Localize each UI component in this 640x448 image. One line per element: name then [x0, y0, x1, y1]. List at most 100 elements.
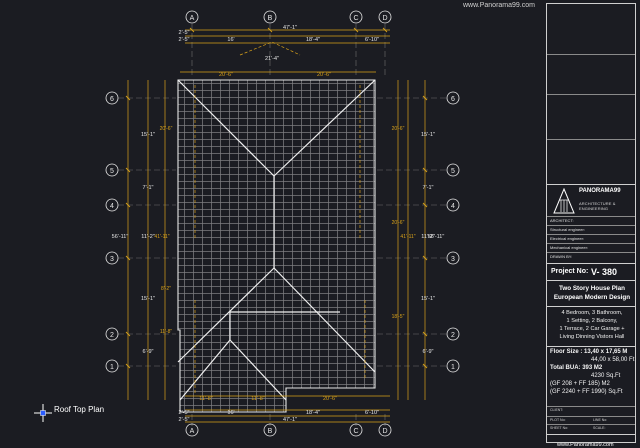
dim-bot-roof-0: 11'-8" [199, 396, 213, 402]
tb-divider [547, 54, 635, 55]
dim-top-r1-2: 18'-4" [306, 37, 320, 43]
grid-row-4-left: 4 [110, 203, 114, 210]
dim-top-r2-0: 2'-5" [179, 30, 190, 36]
field-mechanical: Mechanical engineer: [550, 245, 589, 250]
project-no-value: V- 380 [591, 267, 618, 277]
total-bua-sqft: 4230 Sq.Ft [591, 373, 621, 379]
tb-divider [547, 346, 635, 347]
grid-row-6-left: 6 [110, 96, 114, 103]
tb-divider [547, 424, 635, 425]
field-structural: Structural engineer: [550, 227, 585, 232]
tb-divider [547, 234, 635, 235]
tb-divider [547, 263, 635, 264]
dim-bot-r1-0: 2'-5" [179, 410, 190, 416]
dim-right-seg-2: 11'-2" [421, 234, 435, 240]
grid-col-a-top: A [190, 15, 195, 22]
field-electrical: Electrical engineer: [550, 236, 585, 241]
area-split-sqft: (GF 2240 + FF 1990) Sq.Ft [550, 389, 623, 395]
spec-line-1: 4 Bedroom, 3 Bathroom, [561, 310, 623, 316]
tb-divider [547, 225, 635, 226]
dim-left-inner-2: 8'-2" [161, 286, 171, 292]
dim-bot-roof-2: 20'-6" [323, 396, 337, 402]
dim-bot-overall: 47'-1" [283, 417, 297, 423]
tb-divider [547, 216, 635, 217]
tb-divider [547, 416, 635, 417]
grid-row-4-right: 4 [451, 203, 455, 210]
footer-plot: PLOT No: [550, 418, 566, 422]
tb-divider [547, 94, 635, 95]
grid-row-6-right: 6 [451, 96, 455, 103]
grid-col-b-bottom: B [268, 428, 273, 435]
tb-divider [547, 280, 635, 281]
footer-sheet: SHEET No: [550, 426, 569, 430]
grid-col-c-top: C [353, 15, 358, 22]
grid-bubbles-columns-top [185, 10, 392, 24]
grid-row-2-right: 2 [451, 332, 455, 339]
footer-client: CLIENT: [550, 408, 564, 412]
dim-left-seg-3: 15'-1" [141, 296, 155, 302]
dim-top-r1-3: 6'-10" [365, 37, 379, 43]
grid-col-d-bottom: D [382, 428, 387, 435]
grid-bubbles-columns-bottom [185, 423, 392, 437]
dim-left-seg-2: 11'-2" [141, 234, 155, 240]
dim-right-inner-1: 41'-11" [400, 234, 415, 240]
dim-left-seg-4: 6'-9" [143, 349, 154, 355]
footer-line: LINE No: [593, 418, 608, 422]
dim-right-seg-3: 15'-1" [421, 296, 435, 302]
grid-bubbles-rows-left [105, 91, 119, 373]
field-architect: ARCHITECT: [550, 218, 574, 223]
dim-left-seg-0: 15'-1" [141, 132, 155, 138]
dim-bot-roof-1: 11'-8" [251, 396, 265, 402]
floor-size-ft: 44,00 x 58,00 Ft [591, 357, 635, 363]
dim-left-inner-1: 41'-11" [154, 234, 169, 240]
grid-col-b-top: B [268, 15, 273, 22]
logo-subtitle: ARCHITECTURE & ENGINEERING [579, 201, 616, 211]
dim-top-roof-1: 20'-6" [317, 72, 331, 78]
spec-line-4: Living Dinning Vistors Hall [559, 334, 625, 340]
dim-right-seg-4: 6'-9" [423, 349, 434, 355]
project-no-label: Project No: [551, 268, 589, 275]
grid-row-5-right: 5 [451, 168, 455, 175]
grid-col-c-bottom: C [353, 428, 358, 435]
dim-right-seg-1: 7'-1" [423, 185, 434, 191]
floor-size: Floor Size : 13,40 x 17,65 M [550, 349, 628, 355]
dim-bot-r1-1: 16' [227, 410, 234, 416]
dim-left-inner-3: 11'-8" [160, 329, 173, 335]
ucs-crosshair-icon [34, 404, 52, 422]
grid-row-3-right: 3 [451, 256, 455, 263]
dim-top-r1-0: 2'-5" [179, 37, 190, 43]
dim-top-roof-0: 20'-6" [219, 72, 233, 78]
dim-right-seg-0: 15'-1" [421, 132, 435, 138]
tb-divider [547, 252, 635, 253]
field-drawn-by: DRAWN BY: [550, 254, 573, 259]
drawing-canvas[interactable]: www.Panorama99.com A B C D A B C D 6 5 4… [0, 0, 640, 448]
dim-top-r1-1: 16' [227, 37, 234, 43]
grid-bubbles-rows-right [446, 91, 460, 373]
grid-row-5-left: 5 [110, 168, 114, 175]
roof-plan-drawing: A B C D A B C D 6 5 4 3 2 1 6 5 4 3 2 1 … [105, 10, 460, 437]
dim-right-inner-2: 20'-6" [392, 220, 405, 226]
area-split-m2: (GF 208 + FF 185) M2 [550, 381, 610, 387]
grid-col-a-bottom: A [190, 428, 195, 435]
logo-icon [553, 188, 575, 214]
spec-line-3: 1 Terrace, 2 Car Garage + [559, 326, 625, 332]
dim-right-inner-0: 20'-6" [392, 126, 405, 132]
spec-line-2: 1 Setting, 2 Balcony, [566, 318, 618, 324]
dim-left-seg-1: 7'-1" [143, 185, 154, 191]
footer-scale: SCALE: [593, 426, 606, 430]
grid-row-2-left: 2 [110, 332, 114, 339]
plan-title: Roof Top Plan [54, 405, 105, 414]
roof-outline [177, 79, 376, 413]
grid-col-d-top: D [382, 15, 387, 22]
title-block: PANORAMA99 ARCHITECTURE & ENGINEERING AR… [546, 3, 636, 448]
logo-name: PANORAMA99 [579, 188, 621, 194]
dim-bot-r2-0: 2'-5" [179, 417, 190, 423]
footer-url[interactable]: www.Panorama99.com [557, 442, 614, 448]
tb-divider [547, 243, 635, 244]
title-line-2: European Modern Design [553, 294, 631, 301]
dim-top-overall: 47'-1" [283, 25, 297, 31]
dim-left-inner-0: 20'-6" [160, 126, 173, 132]
tb-divider [547, 434, 635, 435]
dim-bot-r1-2: 18'-4" [306, 410, 320, 416]
tb-divider [547, 306, 635, 307]
